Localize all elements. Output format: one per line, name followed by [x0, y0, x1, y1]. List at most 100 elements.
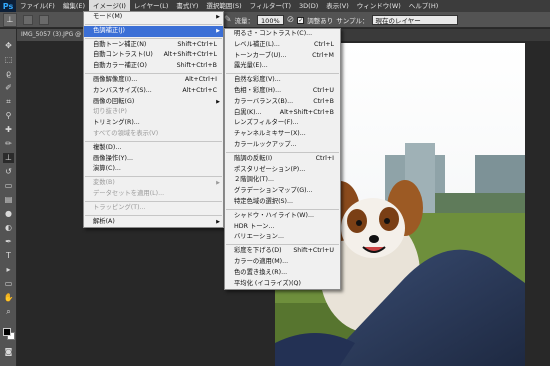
menu-3d[interactable]: 3D(D): [295, 0, 322, 12]
adjust-menu-item-label: シャドウ・ハイライト(W)...: [234, 211, 314, 219]
menu-separator: [226, 151, 339, 153]
history-brush-tool-icon[interactable]: ↺: [3, 167, 14, 177]
adjust-menu-item[interactable]: チャンネルミキサー(X)...: [225, 129, 340, 140]
adjust-menu-item[interactable]: 特定色域の選択(S)...: [225, 197, 340, 208]
adjust-menu-item[interactable]: 色の置き換え(R)...: [225, 268, 340, 279]
aligned-label: 調整あり: [307, 17, 334, 25]
image-menu-item[interactable]: 解析(A) ▶: [84, 217, 223, 228]
gradient-tool-icon[interactable]: ▤: [3, 195, 14, 205]
adjust-menu-item[interactable]: 平均化 (イコライズ)(Q): [225, 279, 340, 290]
eraser-tool-icon[interactable]: ▭: [3, 181, 14, 191]
adjust-menu-item-label: カラーの適用(M)...: [234, 257, 289, 265]
clone-stamp-tool-preset-icon[interactable]: ⊥: [3, 12, 17, 27]
pressure-icon[interactable]: ⊘: [287, 15, 295, 25]
brush-preset-picker[interactable]: [23, 14, 33, 25]
flow-field[interactable]: 100%: [257, 15, 284, 25]
hand-tool-icon[interactable]: ✋: [3, 293, 14, 303]
move-tool-icon[interactable]: ✥: [3, 41, 14, 51]
image-menu-item[interactable]: モード(M) ▶: [84, 12, 223, 23]
adjust-menu-item[interactable]: 彩度を下げる(D) Shift+Ctrl+U: [225, 246, 340, 257]
quick-mask-icon[interactable]: ◙: [3, 347, 14, 357]
type-tool-icon[interactable]: T: [3, 251, 14, 261]
image-menu-item: 変数(B) ▶: [84, 178, 223, 189]
image-menu-item-label: 画像解像度(I)...: [93, 75, 138, 83]
clone-stamp-tool-icon[interactable]: ⊥: [3, 153, 14, 163]
sample-label: サンプル：: [336, 17, 369, 25]
pen-tool-icon[interactable]: ✒: [3, 237, 14, 247]
eyedropper-tool-icon[interactable]: ⚲: [3, 111, 14, 121]
image-menu-dropdown: モード(M) ▶ 色調補正(J) ▶ 自動トーン補正(N) Shift+Ctrl+L 自動コ…: [83, 11, 224, 229]
menu-separator: [226, 244, 339, 246]
menu-separator: [85, 176, 222, 178]
menu-separator: [85, 23, 222, 25]
adjust-menu-item[interactable]: 色相・彩度(H)... Ctrl+U: [225, 86, 340, 97]
quick-select-tool-icon[interactable]: ✐: [3, 83, 14, 93]
image-menu-item-shortcut: Alt+Ctrl+I: [184, 75, 217, 83]
adjust-menu-item[interactable]: 自然な彩度(V)...: [225, 75, 340, 86]
adjust-menu-item[interactable]: ポスタリゼーション(P)...: [225, 165, 340, 176]
image-menu-item-label: カンバスサイズ(S)...: [93, 86, 152, 94]
menu-separator: [85, 72, 222, 74]
image-menu-item[interactable]: トリミング(R)...: [84, 118, 223, 129]
image-menu-item-label: トラッピング(T)...: [93, 203, 146, 211]
healing-brush-tool-icon[interactable]: ✚: [3, 125, 14, 135]
image-menu-item[interactable]: 自動コントラスト(U) Alt+Shift+Ctrl+L: [84, 50, 223, 61]
image-menu-item[interactable]: 自動トーン補正(N) Shift+Ctrl+L: [84, 40, 223, 51]
adjust-menu-item[interactable]: レベル補正(L)... Ctrl+L: [225, 40, 340, 51]
image-menu-item: 切り抜き(P): [84, 107, 223, 118]
menu-help[interactable]: ヘルプ(H): [405, 0, 442, 12]
lasso-tool-icon[interactable]: ϱ: [3, 69, 14, 79]
menu-separator: [85, 214, 222, 216]
zoom-tool-icon[interactable]: ⌕: [3, 307, 14, 317]
image-menu-item-label: 解析(A): [93, 217, 115, 225]
adjust-menu-item[interactable]: シャドウ・ハイライト(W)...: [225, 211, 340, 222]
image-menu-item[interactable]: 色調補正(J) ▶: [84, 25, 223, 37]
image-menu-item[interactable]: 画像操作(Y)...: [84, 154, 223, 165]
document-tab[interactable]: IMG_5057 (3).JPG @ 66.7%: [17, 29, 87, 41]
adjust-menu-item[interactable]: バリエーション...: [225, 232, 340, 243]
adjust-menu-item-label: 特定色域の選択(S)...: [234, 197, 293, 205]
crop-tool-icon[interactable]: ⌗: [3, 97, 14, 107]
marquee-tool-icon[interactable]: ⬚: [3, 55, 14, 65]
image-menu-item-label: 演算(C)...: [93, 165, 121, 173]
menu-filter[interactable]: フィルター(T): [246, 0, 295, 12]
adjustments-submenu: 明るさ・コントラスト(C)... レベル補正(L)... Ctrl+L トーンカーブ(…: [224, 28, 341, 291]
blur-tool-icon[interactable]: ●: [3, 209, 14, 219]
adjust-menu-item[interactable]: カラーバランス(B)... Ctrl+B: [225, 97, 340, 108]
menu-window[interactable]: ウィンドウ(W): [353, 0, 405, 12]
adjust-menu-item[interactable]: ２階調化(T)...: [225, 175, 340, 186]
adjust-menu-item[interactable]: レンズフィルター(F)...: [225, 118, 340, 129]
sample-select[interactable]: 現在のレイヤー: [371, 15, 458, 25]
adjust-menu-item[interactable]: HDR トーン...: [225, 222, 340, 233]
image-menu-item-label: 画像の回転(G): [93, 97, 135, 105]
clone-source-panel-icon[interactable]: [39, 14, 49, 25]
adjust-menu-item-label: 白黒(K)...: [234, 108, 262, 116]
menu-file[interactable]: ファイル(F): [16, 0, 59, 12]
menu-separator: [226, 73, 339, 75]
adjust-menu-item[interactable]: 露光量(E)...: [225, 61, 340, 72]
image-menu-item[interactable]: カンバスサイズ(S)... Alt+Ctrl+C: [84, 86, 223, 97]
shape-tool-icon[interactable]: ▭: [3, 279, 14, 289]
dodge-tool-icon[interactable]: ◐: [3, 223, 14, 233]
foreground-color-swatch[interactable]: [3, 328, 11, 336]
image-menu-item[interactable]: 画像の回転(G) ▶: [84, 97, 223, 108]
airbrush-icon[interactable]: ✎: [224, 15, 232, 25]
aligned-checkbox[interactable]: ✓: [297, 16, 305, 24]
adjust-menu-item[interactable]: 階調の反転(I) Ctrl+I: [225, 154, 340, 165]
adjust-menu-item[interactable]: トーンカーブ(U)... Ctrl+M: [225, 51, 340, 62]
image-menu-item[interactable]: 自動カラー補正(O) Shift+Ctrl+B: [84, 61, 223, 72]
path-selection-tool-icon[interactable]: ▸: [3, 265, 14, 275]
adjust-menu-item[interactable]: 白黒(K)... Alt+Shift+Ctrl+B: [225, 108, 340, 119]
image-menu-item[interactable]: 複製(D)...: [84, 143, 223, 154]
adjust-menu-item[interactable]: カラールックアップ...: [225, 140, 340, 151]
image-menu-item[interactable]: 画像解像度(I)... Alt+Ctrl+I: [84, 75, 223, 86]
image-menu-item[interactable]: 演算(C)...: [84, 164, 223, 175]
adjust-menu-item[interactable]: グラデーションマップ(G)...: [225, 186, 340, 197]
adjust-menu-item-label: グラデーションマップ(G)...: [234, 187, 313, 195]
menu-view[interactable]: 表示(V): [322, 0, 353, 12]
brush-tool-icon[interactable]: ✏: [3, 139, 14, 149]
image-menu-item-shortcut: Shift+Ctrl+L: [177, 40, 217, 48]
adjust-menu-item[interactable]: カラーの適用(M)...: [225, 257, 340, 268]
tools-panel: ✥ ⬚ ϱ ✐ ⌗ ⚲ ✚ ✏ ⊥ ↺ ▭ ▤ ● ◐ ✒ T ▸ ▭ ✋ ⌕ …: [0, 29, 17, 366]
adjust-menu-item[interactable]: 明るさ・コントラスト(C)...: [225, 29, 340, 40]
